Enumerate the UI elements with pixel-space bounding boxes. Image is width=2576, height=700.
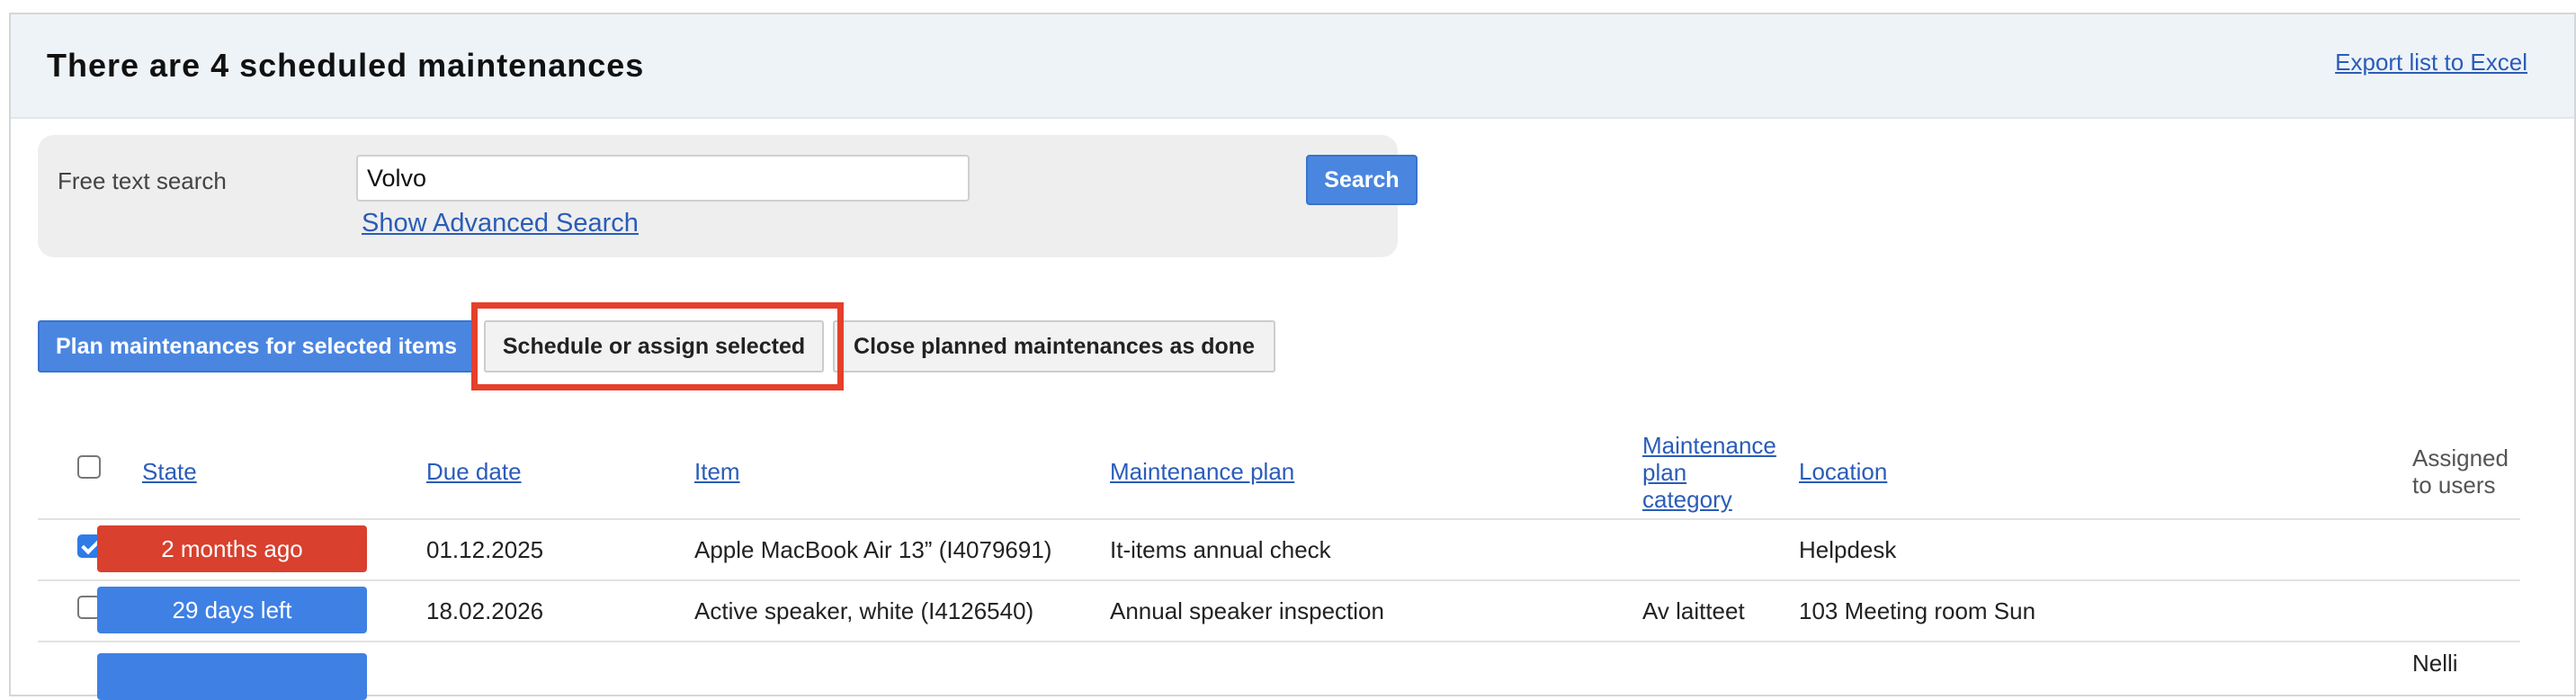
column-header-item[interactable]: Item — [694, 458, 740, 485]
close-planned-maintenances-button[interactable]: Close planned maintenances as done — [833, 320, 1275, 372]
maintenance-plan-cell: It-items annual check — [1110, 536, 1331, 563]
column-header-location[interactable]: Location — [1799, 458, 1887, 485]
search-input[interactable] — [356, 155, 970, 202]
row-divider — [38, 641, 2520, 642]
plan-category-line-3: category — [1642, 486, 1732, 513]
column-header-maintenance-plan[interactable]: Maintenance plan — [1110, 458, 1294, 485]
column-header-due-date[interactable]: Due date — [426, 458, 522, 485]
column-header-state[interactable]: State — [142, 458, 197, 485]
plan-maintenances-button[interactable]: Plan maintenances for selected items — [38, 320, 475, 372]
row-divider — [38, 579, 2520, 581]
column-header-assigned: Assigned to users — [2412, 444, 2509, 498]
select-all-checkbox[interactable] — [77, 455, 101, 479]
show-advanced-search-link[interactable]: Show Advanced Search — [362, 209, 639, 238]
due-date-cell: 18.02.2026 — [426, 597, 544, 624]
state-badge — [97, 653, 367, 700]
search-button[interactable]: Search — [1306, 155, 1418, 205]
search-panel: Free text search Show Advanced Search Se… — [38, 135, 1418, 257]
schedule-or-assign-button[interactable]: Schedule or assign selected — [484, 320, 824, 372]
item-cell: Apple MacBook Air 13” (I4079691) — [694, 536, 1052, 563]
state-badge: 2 months ago — [97, 525, 367, 572]
location-cell: Helpdesk — [1799, 536, 1897, 563]
search-label: Free text search — [58, 167, 227, 194]
plan-category-line-2: plan — [1642, 459, 1687, 486]
export-excel-link[interactable]: Export list to Excel — [2335, 49, 2527, 76]
panel-header: There are 4 scheduled maintenances Expor… — [11, 14, 2574, 119]
due-date-cell: 01.12.2025 — [426, 536, 544, 563]
assigned-cell: Nelli — [2412, 650, 2458, 677]
assigned-line-2: to users — [2412, 471, 2496, 498]
column-header-plan-category[interactable]: Maintenance plan category — [1642, 432, 1776, 513]
state-badge: 29 days left — [97, 587, 367, 633]
maintenance-plan-cell: Annual speaker inspection — [1110, 597, 1384, 624]
location-cell: 103 Meeting room Sun — [1799, 597, 2036, 624]
header-divider — [38, 518, 2520, 520]
category-cell: Av laitteet — [1642, 597, 1745, 624]
plan-category-line-1: Maintenance — [1642, 432, 1776, 459]
assigned-line-1: Assigned — [2412, 444, 2509, 471]
item-cell: Active speaker, white (I4126540) — [694, 597, 1034, 624]
page-title: There are 4 scheduled maintenances — [47, 47, 645, 84]
